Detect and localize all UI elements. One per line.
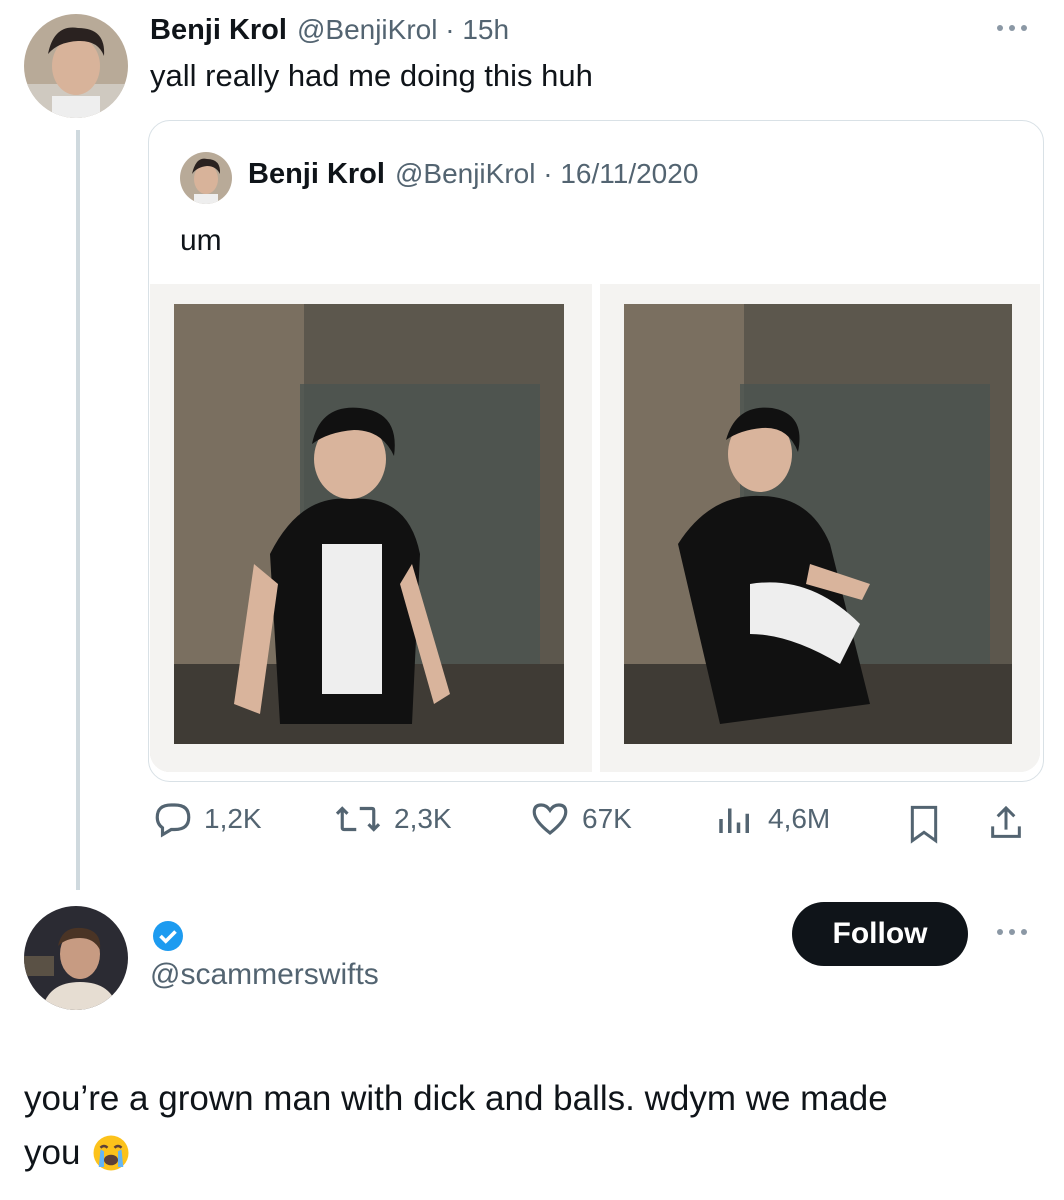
bookmark-icon[interactable] bbox=[906, 804, 942, 849]
views-count: 4,6M bbox=[768, 803, 831, 834]
reply-icon bbox=[155, 803, 191, 838]
quoted-photo-1[interactable] bbox=[150, 284, 592, 772]
like-count: 67K bbox=[582, 803, 632, 834]
author-handle-time[interactable]: @BenjiKrol · 15h bbox=[297, 14, 509, 46]
author-avatar[interactable] bbox=[24, 14, 128, 118]
quoted-author-avatar bbox=[180, 152, 232, 204]
follow-button[interactable]: Follow bbox=[792, 902, 968, 966]
retweet-count: 2,3K bbox=[394, 803, 452, 834]
more-icon[interactable] bbox=[992, 18, 1032, 38]
reply-handle[interactable]: @scammerswifts bbox=[150, 958, 379, 992]
quoted-header: Benji Krol @BenjiKrol · 16/11/2020 bbox=[248, 158, 698, 191]
reply-text-line-1: you’re a grown man with dick and balls. … bbox=[24, 1079, 888, 1118]
crying-emoji-icon bbox=[93, 1135, 129, 1171]
quoted-author-name: Benji Krol bbox=[248, 158, 385, 190]
like-action[interactable]: 67K bbox=[528, 798, 632, 840]
verified-badge-icon bbox=[150, 918, 186, 959]
reply-text-line-2: you bbox=[24, 1126, 1054, 1180]
reply-more-icon[interactable] bbox=[992, 922, 1032, 942]
thread-line bbox=[76, 130, 80, 890]
retweet-action[interactable]: 2,3K bbox=[332, 798, 452, 840]
tweet-text: yall really had me doing this huh bbox=[150, 58, 593, 93]
quoted-photo-2[interactable] bbox=[600, 284, 1040, 772]
reply-text: you’re a grown man with dick and balls. … bbox=[24, 1072, 1054, 1180]
quoted-handle-time: @BenjiKrol · 16/11/2020 bbox=[394, 158, 699, 189]
reply-avatar[interactable] bbox=[24, 906, 128, 1010]
quoted-text: um bbox=[180, 224, 222, 257]
tweet-header: Benji Krol @BenjiKrol · 15h bbox=[150, 14, 509, 47]
author-name[interactable]: Benji Krol bbox=[150, 14, 287, 47]
reply-count: 1,2K bbox=[204, 803, 262, 834]
retweet-icon bbox=[335, 806, 381, 832]
reply-action[interactable]: 1,2K bbox=[152, 798, 262, 840]
views-action[interactable]: 4,6M bbox=[712, 798, 830, 840]
views-icon bbox=[719, 808, 749, 833]
like-icon bbox=[532, 803, 568, 835]
reply-text-line-2-text: you bbox=[24, 1133, 81, 1172]
share-icon[interactable] bbox=[986, 802, 1026, 849]
